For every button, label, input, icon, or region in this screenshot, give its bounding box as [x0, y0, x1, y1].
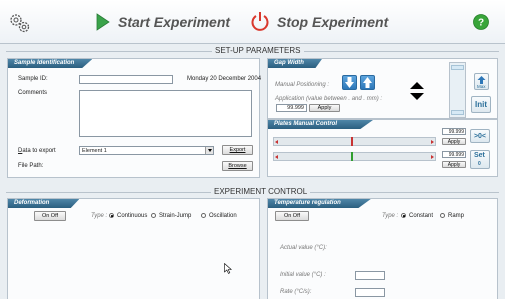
deformation-panel: Deformation On Off Type : Continuous Str…	[7, 198, 260, 299]
sample-id-label: Sample ID:	[18, 76, 48, 82]
set-zero-label: 0	[478, 161, 481, 167]
radio-oscillation[interactable]	[201, 213, 206, 218]
constant-label: Constant	[409, 213, 434, 219]
set-zero-button[interactable]: Set 0	[470, 150, 490, 169]
gap-down-button[interactable]	[342, 75, 357, 90]
temperature-regulation-title: Temperature regulation	[268, 199, 371, 208]
zero-button[interactable]: >0<	[470, 129, 490, 143]
oscillation-label: Oscillation	[209, 213, 237, 219]
arrow-up-icon	[363, 77, 372, 88]
set-label: Set	[474, 152, 485, 159]
setup-heading: SET-UP PARAMETERS	[212, 46, 304, 55]
data-export-label: Data to export	[18, 148, 56, 154]
browse-button[interactable]: Browse	[222, 161, 253, 171]
actual-value-label: Actual value (°C):	[280, 245, 327, 251]
manual-positioning-label: Manual Positioning :	[275, 82, 330, 88]
play-icon[interactable]	[96, 13, 110, 31]
continuous-label: Continuous	[117, 213, 148, 219]
control-heading: EXPERIMENT CONTROL	[211, 187, 311, 196]
stop-experiment-button[interactable]: Stop Experiment	[277, 14, 388, 30]
temperature-regulation-panel: Temperature regulation On Off Type : Con…	[267, 198, 498, 299]
mouse-cursor-icon	[224, 262, 232, 274]
max-button[interactable]: Max	[474, 73, 489, 90]
chevron-down-icon[interactable]	[205, 147, 213, 154]
init-button[interactable]: Init	[471, 96, 491, 113]
rate-input[interactable]	[355, 288, 385, 297]
data-export-select[interactable]: Element 1	[79, 146, 214, 155]
gap-slider-bottom-thumb[interactable]	[451, 110, 464, 115]
comments-label: Comments	[18, 90, 48, 96]
gap-width-panel: Gap Width Manual Positioning : Applicati…	[267, 58, 498, 119]
stop-power-icon[interactable]	[250, 11, 270, 32]
gap-vertical-slider[interactable]	[449, 62, 466, 118]
arrow-down-icon	[345, 77, 354, 88]
plate-apply-2-button[interactable]: Apply	[442, 161, 466, 168]
slider-1-right-arrow[interactable]	[431, 139, 434, 144]
sample-identification-title: Sample Identification	[8, 59, 93, 68]
plate-slider-2[interactable]	[273, 152, 436, 161]
svg-text:?: ?	[478, 18, 484, 29]
help-icon[interactable]: ?	[473, 14, 489, 30]
initial-value-label: Initial value (°C) :	[280, 272, 326, 278]
browse-label: Browse	[228, 163, 247, 169]
comments-textarea[interactable]	[79, 90, 252, 137]
radio-constant[interactable]	[401, 213, 406, 218]
sample-id-input[interactable]	[79, 75, 173, 84]
slider-1-left-arrow[interactable]	[275, 139, 278, 144]
gap-up-button[interactable]	[360, 75, 375, 90]
ramp-label: Ramp	[448, 213, 465, 219]
date-display: Monday 20 December 2004	[187, 76, 262, 82]
max-label: Max	[477, 84, 486, 89]
radio-strain-jump[interactable]	[151, 213, 156, 218]
temperature-type-label: Type :	[382, 213, 399, 219]
data-export-value: Element 1	[82, 148, 107, 154]
up-down-arrows-icon	[409, 81, 425, 101]
export-label: Export	[229, 147, 246, 153]
plate-value-1-input[interactable]: 99.999	[442, 128, 466, 135]
file-path-label: File Path:	[18, 163, 44, 169]
gap-width-title: Gap Width	[268, 59, 322, 68]
sample-identification-panel: Sample Identification Sample ID: Monday …	[7, 58, 262, 178]
start-experiment-button[interactable]: Start Experiment	[118, 14, 230, 30]
slider-2-left-arrow[interactable]	[275, 154, 278, 159]
gap-value-input[interactable]: 99.999	[276, 104, 307, 112]
radio-ramp[interactable]	[440, 213, 445, 218]
init-label: Init	[475, 100, 487, 109]
radio-continuous[interactable]	[109, 213, 114, 218]
plate-slider-1[interactable]	[273, 137, 436, 146]
plate-slider-1-thumb[interactable]	[351, 137, 353, 146]
deformation-type-label: Type :	[91, 213, 108, 219]
plates-manual-control-panel: Plates Manual Control 99.999 Apply 99.99…	[267, 119, 498, 177]
deformation-title: Deformation	[8, 199, 80, 208]
slider-2-right-arrow[interactable]	[431, 154, 434, 159]
application-label: Application (value between . and . mm) :	[275, 96, 383, 102]
plates-manual-control-title: Plates Manual Control	[268, 120, 374, 129]
gears-icon[interactable]	[8, 12, 32, 34]
export-button[interactable]: Export	[222, 145, 253, 155]
deformation-onoff-button[interactable]: On Off	[34, 211, 66, 221]
initial-value-input[interactable]	[355, 271, 385, 280]
toolbar: Start Experiment Stop Experiment ?	[0, 0, 505, 44]
strain-jump-label: Strain-Jump	[159, 213, 192, 219]
rate-label: Rate (°C/s):	[280, 289, 312, 295]
plate-value-2-input[interactable]: 99.999	[442, 151, 466, 158]
gap-slider-thumb[interactable]	[451, 65, 464, 70]
temperature-onoff-button[interactable]: On Off	[275, 211, 309, 221]
gap-apply-button[interactable]: Apply	[309, 104, 340, 112]
plate-apply-1-button[interactable]: Apply	[442, 138, 466, 145]
plate-slider-2-thumb[interactable]	[351, 152, 353, 161]
zero-label: >0<	[473, 132, 487, 140]
